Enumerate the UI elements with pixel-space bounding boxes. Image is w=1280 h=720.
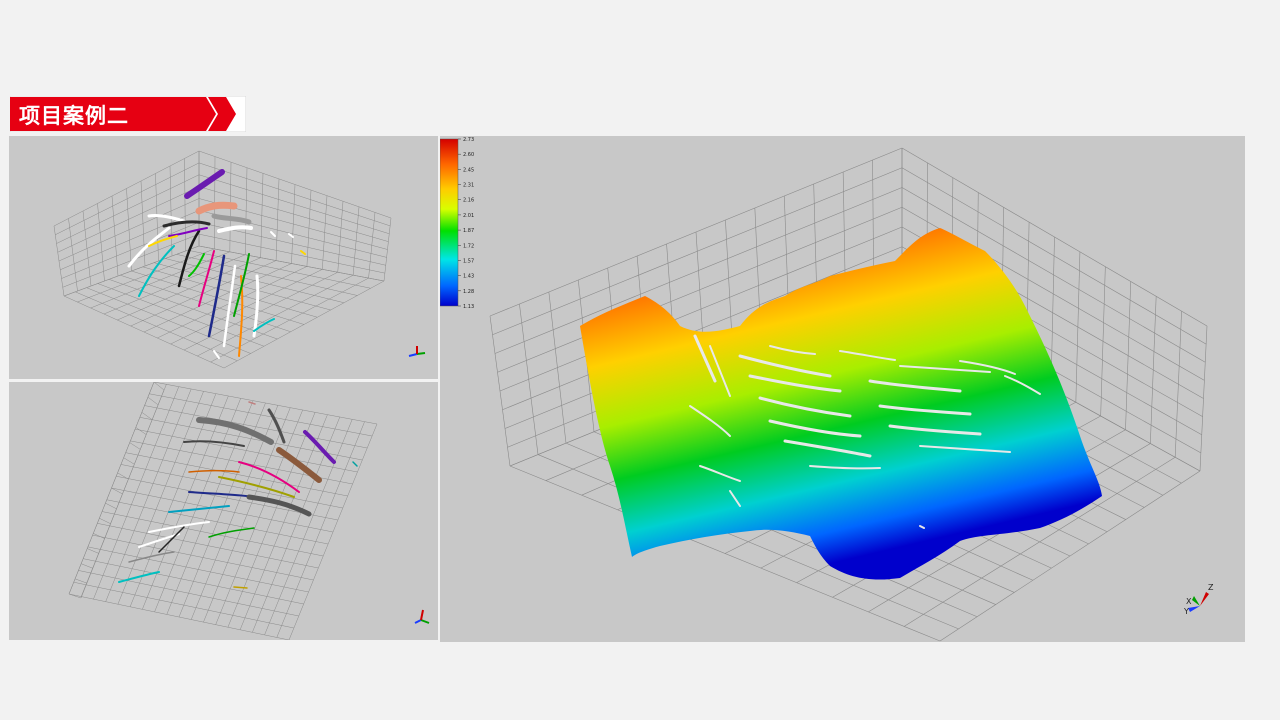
axis-x-label: X: [1186, 597, 1192, 606]
grid-line: [147, 396, 159, 406]
grid-line: [170, 269, 323, 345]
fault-view-plan[interactable]: [9, 382, 438, 640]
grid-line: [68, 593, 290, 640]
axes-triad-icon: [408, 346, 426, 357]
fault-lines: [127, 169, 306, 359]
colorbar-tick-label: 2.73: [463, 137, 474, 143]
colorbar-tick-label: 1.13: [463, 304, 474, 310]
grid-line: [56, 174, 200, 244]
grid-line: [77, 248, 215, 303]
grid-line: [53, 150, 200, 227]
grid-line: [198, 186, 389, 242]
grid-line: [153, 382, 165, 391]
colorbar-tick-label: 1.43: [463, 274, 474, 280]
grid-line: [105, 502, 117, 510]
grid-line: [62, 233, 200, 288]
colorbar-tick-label: 2.31: [463, 183, 474, 189]
grid-line: [81, 563, 93, 569]
axis-z-label: Z: [1208, 583, 1214, 592]
grid-line: [87, 546, 309, 593]
title-banner: 项目案例二: [10, 96, 246, 132]
grid-line: [99, 518, 111, 524]
grid-line: [73, 581, 294, 629]
colorbar-tick-label: 2.45: [463, 167, 474, 173]
grid-line: [83, 558, 304, 605]
grid-line: [102, 511, 324, 557]
colorbar-tick-label: 1.72: [463, 243, 474, 249]
grid-line: [93, 533, 105, 539]
grid-line: [74, 578, 88, 584]
color-scale-bar: 2.73 2.60 2.45 2.31 2.16 2.01 1.87 1.72 1.57 1.43…: [440, 137, 474, 310]
surface-view-3d[interactable]: 2.73 2.60 2.45 2.31 2.16 2.01 1.87 1.72 1.57 1.43…: [440, 136, 1245, 642]
grid-line: [58, 198, 200, 262]
colorbar-tick-label: 1.57: [463, 258, 474, 264]
elevation-surface: [580, 228, 1102, 580]
grid-line: [223, 280, 385, 369]
grid-line: [157, 266, 308, 339]
slide-title: 项目案例二: [19, 104, 129, 128]
grid-line: [149, 393, 373, 437]
colorbar-tick-label: 1.87: [463, 228, 474, 234]
grid-line: [117, 257, 261, 321]
grid-line: [197, 274, 354, 357]
grid-line: [61, 222, 200, 279]
grid-line: [78, 570, 299, 617]
grid-line: [117, 472, 129, 480]
colorbar-tick-label: 1.28: [463, 289, 474, 295]
grid-line: [68, 382, 155, 595]
grid-line: [198, 233, 385, 274]
grid-line: [63, 245, 200, 297]
axes-triad-icon: [414, 609, 430, 624]
grid-line: [139, 417, 363, 461]
grid-line: [183, 272, 338, 351]
fault-view-perspective[interactable]: [9, 136, 438, 379]
grid-line: [123, 457, 135, 465]
colorbar-tick-label: 2.01: [463, 213, 474, 219]
grid-line: [103, 254, 246, 315]
grid-line: [87, 548, 99, 554]
axes-triad-icon: X Y Z: [1183, 583, 1214, 616]
axis-y-label: Y: [1183, 607, 1189, 616]
grid-line: [153, 382, 378, 425]
colorbar-tick-label: 2.16: [463, 198, 474, 204]
grid-line: [144, 405, 368, 449]
grid-line: [129, 442, 141, 450]
grid-line: [92, 534, 314, 581]
grid-line: [210, 277, 369, 363]
colorbar-tick-label: 2.60: [463, 152, 474, 158]
